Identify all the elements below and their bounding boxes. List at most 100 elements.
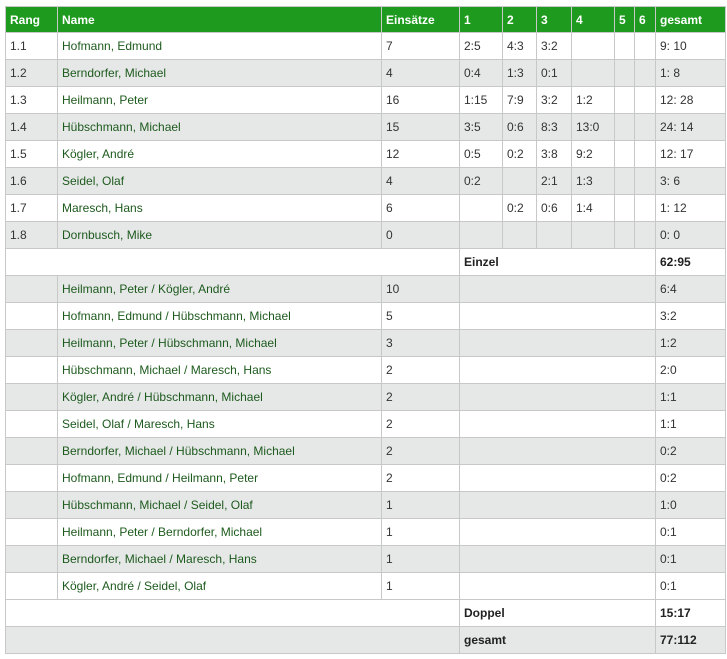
rounds-cell <box>459 437 656 465</box>
einzel-total-value: 62:95 <box>655 248 726 276</box>
doubles-pair-link[interactable]: Hübschmann, Michael / Maresch, Hans <box>57 356 382 384</box>
summary-spacer <box>5 248 460 276</box>
table-row: Heilmann, Peter / Berndorfer, Michael 1 … <box>5 518 726 546</box>
round-4-cell: 1:2 <box>571 86 615 114</box>
doubles-pair-link[interactable]: Hübschmann, Michael / Seidel, Olaf <box>57 491 382 519</box>
summary-spacer <box>5 599 460 627</box>
round-6-cell <box>634 86 656 114</box>
player-name-link[interactable]: Dornbusch, Mike <box>57 221 382 249</box>
doubles-pair-link[interactable]: Kögler, André / Seidel, Olaf <box>57 572 382 600</box>
round-2-cell: 4:3 <box>502 32 537 60</box>
einsaetze-cell: 6 <box>381 194 460 222</box>
rang-cell: 1.8 <box>5 221 58 249</box>
col-header-round-1: 1 <box>459 6 503 33</box>
doppel-total-value: 15:17 <box>655 599 726 627</box>
gesamt-cell: 1:1 <box>655 410 726 438</box>
summary-spacer <box>5 626 460 654</box>
einsaetze-cell: 16 <box>381 86 460 114</box>
einsaetze-cell: 7 <box>381 32 460 60</box>
col-header-round-3: 3 <box>536 6 572 33</box>
grand-total-label: gesamt <box>459 626 656 654</box>
einsaetze-cell: 1 <box>381 572 460 600</box>
doubles-pair-link[interactable]: Berndorfer, Michael / Maresch, Hans <box>57 545 382 573</box>
gesamt-cell: 0:2 <box>655 464 726 492</box>
round-6-cell <box>634 140 656 168</box>
round-6-cell <box>634 167 656 195</box>
round-1-cell: 0:4 <box>459 59 503 87</box>
round-5-cell <box>614 59 635 87</box>
rounds-cell <box>459 545 656 573</box>
rounds-cell <box>459 464 656 492</box>
table-row: 1.6 Seidel, Olaf 4 0:2 2:1 1:3 3: 6 <box>5 167 726 195</box>
doubles-pair-link[interactable]: Seidel, Olaf / Maresch, Hans <box>57 410 382 438</box>
round-1-cell: 3:5 <box>459 113 503 141</box>
einsaetze-cell: 10 <box>381 275 460 303</box>
round-6-cell <box>634 194 656 222</box>
einsaetze-cell: 2 <box>381 464 460 492</box>
gesamt-cell: 0:1 <box>655 545 726 573</box>
rang-cell <box>5 383 58 411</box>
einsaetze-cell: 1 <box>381 545 460 573</box>
round-6-cell <box>634 59 656 87</box>
round-2-cell <box>502 167 537 195</box>
table-row: 1.1 Hofmann, Edmund 7 2:5 4:3 3:2 9: 10 <box>5 32 726 60</box>
gesamt-cell: 1: 8 <box>655 59 726 87</box>
gesamt-cell: 6:4 <box>655 275 726 303</box>
round-1-cell <box>459 221 503 249</box>
rounds-cell <box>459 410 656 438</box>
doubles-pair-link[interactable]: Heilmann, Peter / Berndorfer, Michael <box>57 518 382 546</box>
rounds-cell <box>459 329 656 357</box>
einsaetze-cell: 4 <box>381 167 460 195</box>
doubles-pair-link[interactable]: Hofmann, Edmund / Hübschmann, Michael <box>57 302 382 330</box>
doubles-pair-link[interactable]: Heilmann, Peter / Hübschmann, Michael <box>57 329 382 357</box>
player-name-link[interactable]: Hofmann, Edmund <box>57 32 382 60</box>
einsaetze-cell: 4 <box>381 59 460 87</box>
rang-cell: 1.5 <box>5 140 58 168</box>
doubles-pair-link[interactable]: Berndorfer, Michael / Hübschmann, Michae… <box>57 437 382 465</box>
round-5-cell <box>614 221 635 249</box>
round-3-cell: 3:2 <box>536 32 572 60</box>
rounds-cell <box>459 491 656 519</box>
round-2-cell <box>502 221 537 249</box>
player-name-link[interactable]: Seidel, Olaf <box>57 167 382 195</box>
round-3-cell: 0:6 <box>536 194 572 222</box>
col-header-einsaetze: Einsätze <box>381 6 460 33</box>
stats-table-container: Rang Name Einsätze 1 2 3 4 5 6 gesamt 1.… <box>5 6 726 654</box>
gesamt-cell: 0:2 <box>655 437 726 465</box>
grand-total-value: 77:112 <box>655 626 726 654</box>
round-4-cell <box>571 32 615 60</box>
gesamt-cell: 3:2 <box>655 302 726 330</box>
round-6-cell <box>634 32 656 60</box>
round-4-cell <box>571 59 615 87</box>
round-3-cell: 2:1 <box>536 167 572 195</box>
table-row: Kögler, André / Hübschmann, Michael 2 1:… <box>5 383 726 411</box>
doubles-pair-link[interactable]: Heilmann, Peter / Kögler, André <box>57 275 382 303</box>
table-row: 1.7 Maresch, Hans 6 0:2 0:6 1:4 1: 12 <box>5 194 726 222</box>
player-name-link[interactable]: Hübschmann, Michael <box>57 113 382 141</box>
player-name-link[interactable]: Kögler, André <box>57 140 382 168</box>
player-statistics-table: Rang Name Einsätze 1 2 3 4 5 6 gesamt 1.… <box>5 6 726 654</box>
player-name-link[interactable]: Maresch, Hans <box>57 194 382 222</box>
gesamt-cell: 12: 28 <box>655 86 726 114</box>
player-name-link[interactable]: Heilmann, Peter <box>57 86 382 114</box>
player-name-link[interactable]: Berndorfer, Michael <box>57 59 382 87</box>
round-1-cell: 0:5 <box>459 140 503 168</box>
round-5-cell <box>614 86 635 114</box>
doubles-pair-link[interactable]: Hofmann, Edmund / Heilmann, Peter <box>57 464 382 492</box>
table-row: 1.8 Dornbusch, Mike 0 0: 0 <box>5 221 726 249</box>
col-header-rang: Rang <box>5 6 58 33</box>
rounds-cell <box>459 518 656 546</box>
einsaetze-cell: 1 <box>381 518 460 546</box>
col-header-gesamt: gesamt <box>655 6 726 33</box>
round-2-cell: 1:3 <box>502 59 537 87</box>
rounds-cell <box>459 383 656 411</box>
col-header-round-4: 4 <box>571 6 615 33</box>
round-1-cell <box>459 194 503 222</box>
col-header-name: Name <box>57 6 382 33</box>
einsaetze-cell: 2 <box>381 437 460 465</box>
doubles-pair-link[interactable]: Kögler, André / Hübschmann, Michael <box>57 383 382 411</box>
round-4-cell: 1:3 <box>571 167 615 195</box>
table-row: Berndorfer, Michael / Hübschmann, Michae… <box>5 437 726 465</box>
einsaetze-cell: 5 <box>381 302 460 330</box>
gesamt-cell: 0: 0 <box>655 221 726 249</box>
